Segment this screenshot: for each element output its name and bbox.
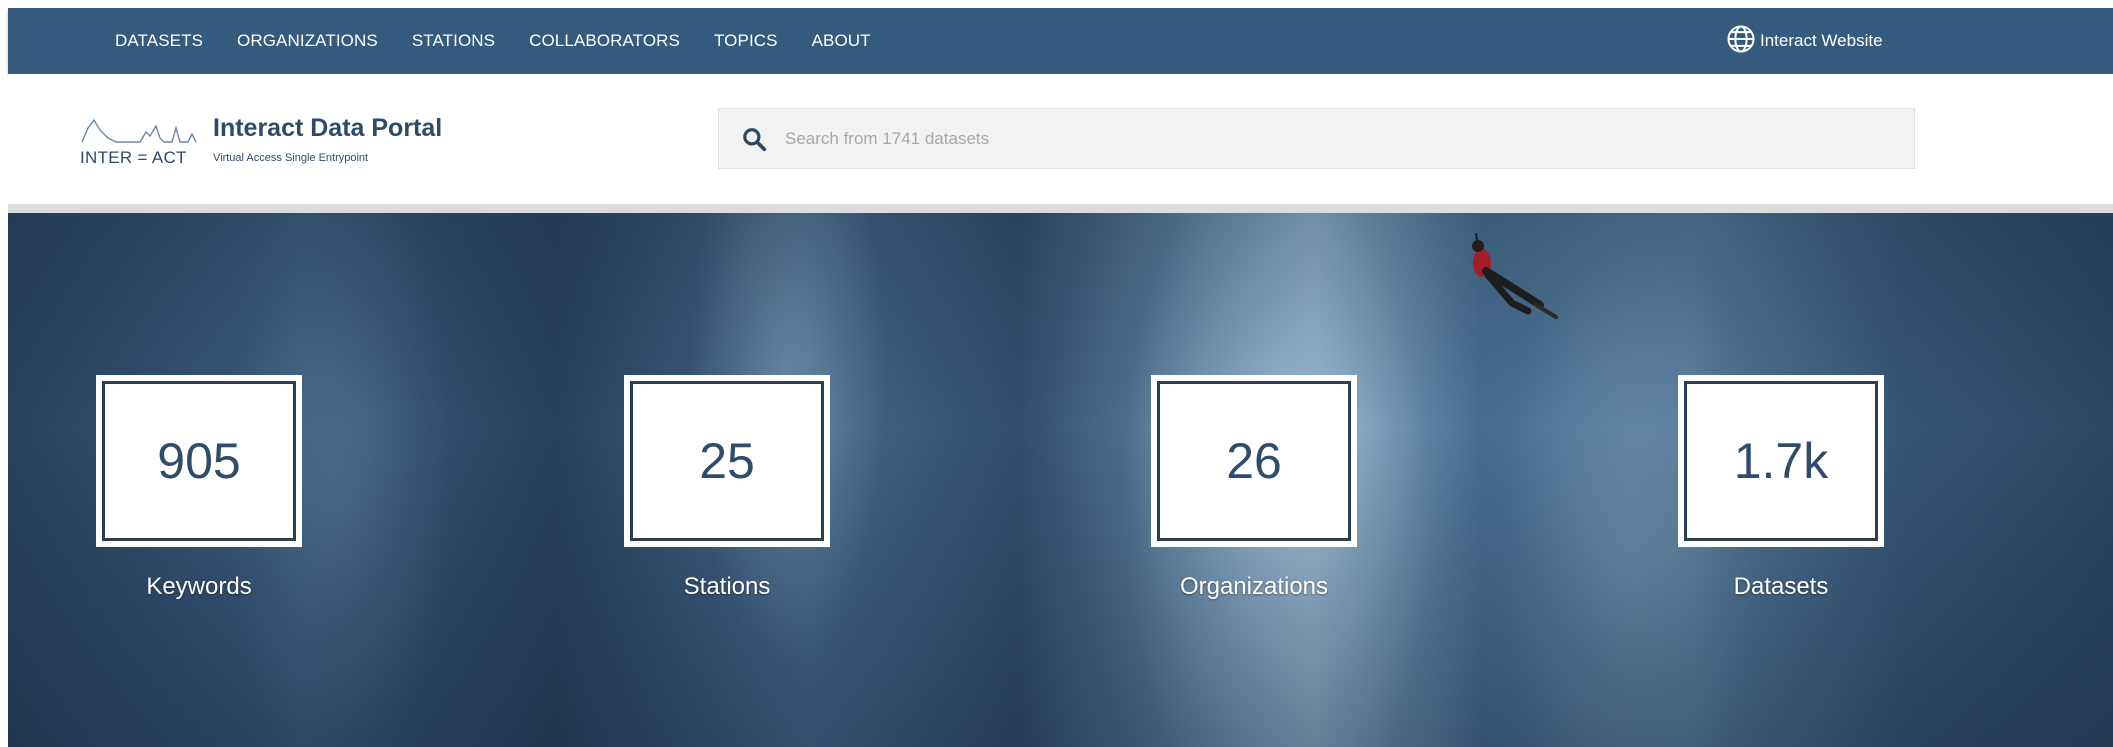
header-divider — [8, 204, 2113, 213]
top-navbar: DATASETS ORGANIZATIONS STATIONS COLLABOR… — [8, 8, 2113, 74]
stat-datasets[interactable]: 1.7k Datasets — [1678, 375, 1884, 601]
stat-value: 1.7k — [1678, 375, 1884, 547]
nav-collaborators[interactable]: COLLABORATORS — [529, 31, 680, 51]
nav-topics[interactable]: TOPICS — [714, 31, 778, 51]
stat-label: Keywords — [146, 573, 252, 600]
search-input[interactable] — [783, 127, 1887, 150]
nav-datasets[interactable]: DATASETS — [115, 31, 203, 51]
stat-value: 905 — [96, 375, 302, 547]
nav-organizations[interactable]: ORGANIZATIONS — [237, 31, 378, 51]
nav-about[interactable]: ABOUT — [812, 31, 871, 51]
stat-label: Organizations — [1179, 573, 1329, 600]
site-logo[interactable]: Interact Data Portal INTER = ACT Virtual… — [80, 108, 460, 168]
ice-climber-figure — [1472, 233, 1558, 319]
stat-stations[interactable]: 25 Stations — [624, 375, 830, 601]
stat-label: Stations — [683, 573, 771, 600]
hero-banner: 905 Keywords 25 Stations 26 Organization… — [8, 213, 2113, 747]
interact-website-link[interactable]: Interact Website — [1726, 8, 1883, 74]
main-nav: DATASETS ORGANIZATIONS STATIONS COLLABOR… — [115, 8, 871, 74]
logo-mark-icon — [81, 118, 197, 143]
stat-keywords[interactable]: 905 Keywords — [96, 375, 302, 601]
stat-value: 25 — [624, 375, 830, 547]
site-header: Interact Data Portal INTER = ACT Virtual… — [8, 74, 2113, 204]
stat-label: Datasets — [1733, 573, 1829, 600]
portal-subtitle: Virtual Access Single Entrypoint — [213, 152, 369, 164]
interact-website-label: Interact Website — [1760, 31, 1883, 50]
search-bar — [718, 108, 1915, 169]
search-icon[interactable] — [741, 126, 767, 152]
globe-icon — [1726, 24, 1756, 59]
stat-organizations[interactable]: 26 Organizations — [1151, 375, 1357, 601]
nav-stations[interactable]: STATIONS — [412, 31, 495, 51]
logo-wordmark: INTER = ACT — [80, 148, 187, 167]
stat-value: 26 — [1151, 375, 1357, 547]
portal-title: Interact Data Portal — [213, 114, 443, 142]
